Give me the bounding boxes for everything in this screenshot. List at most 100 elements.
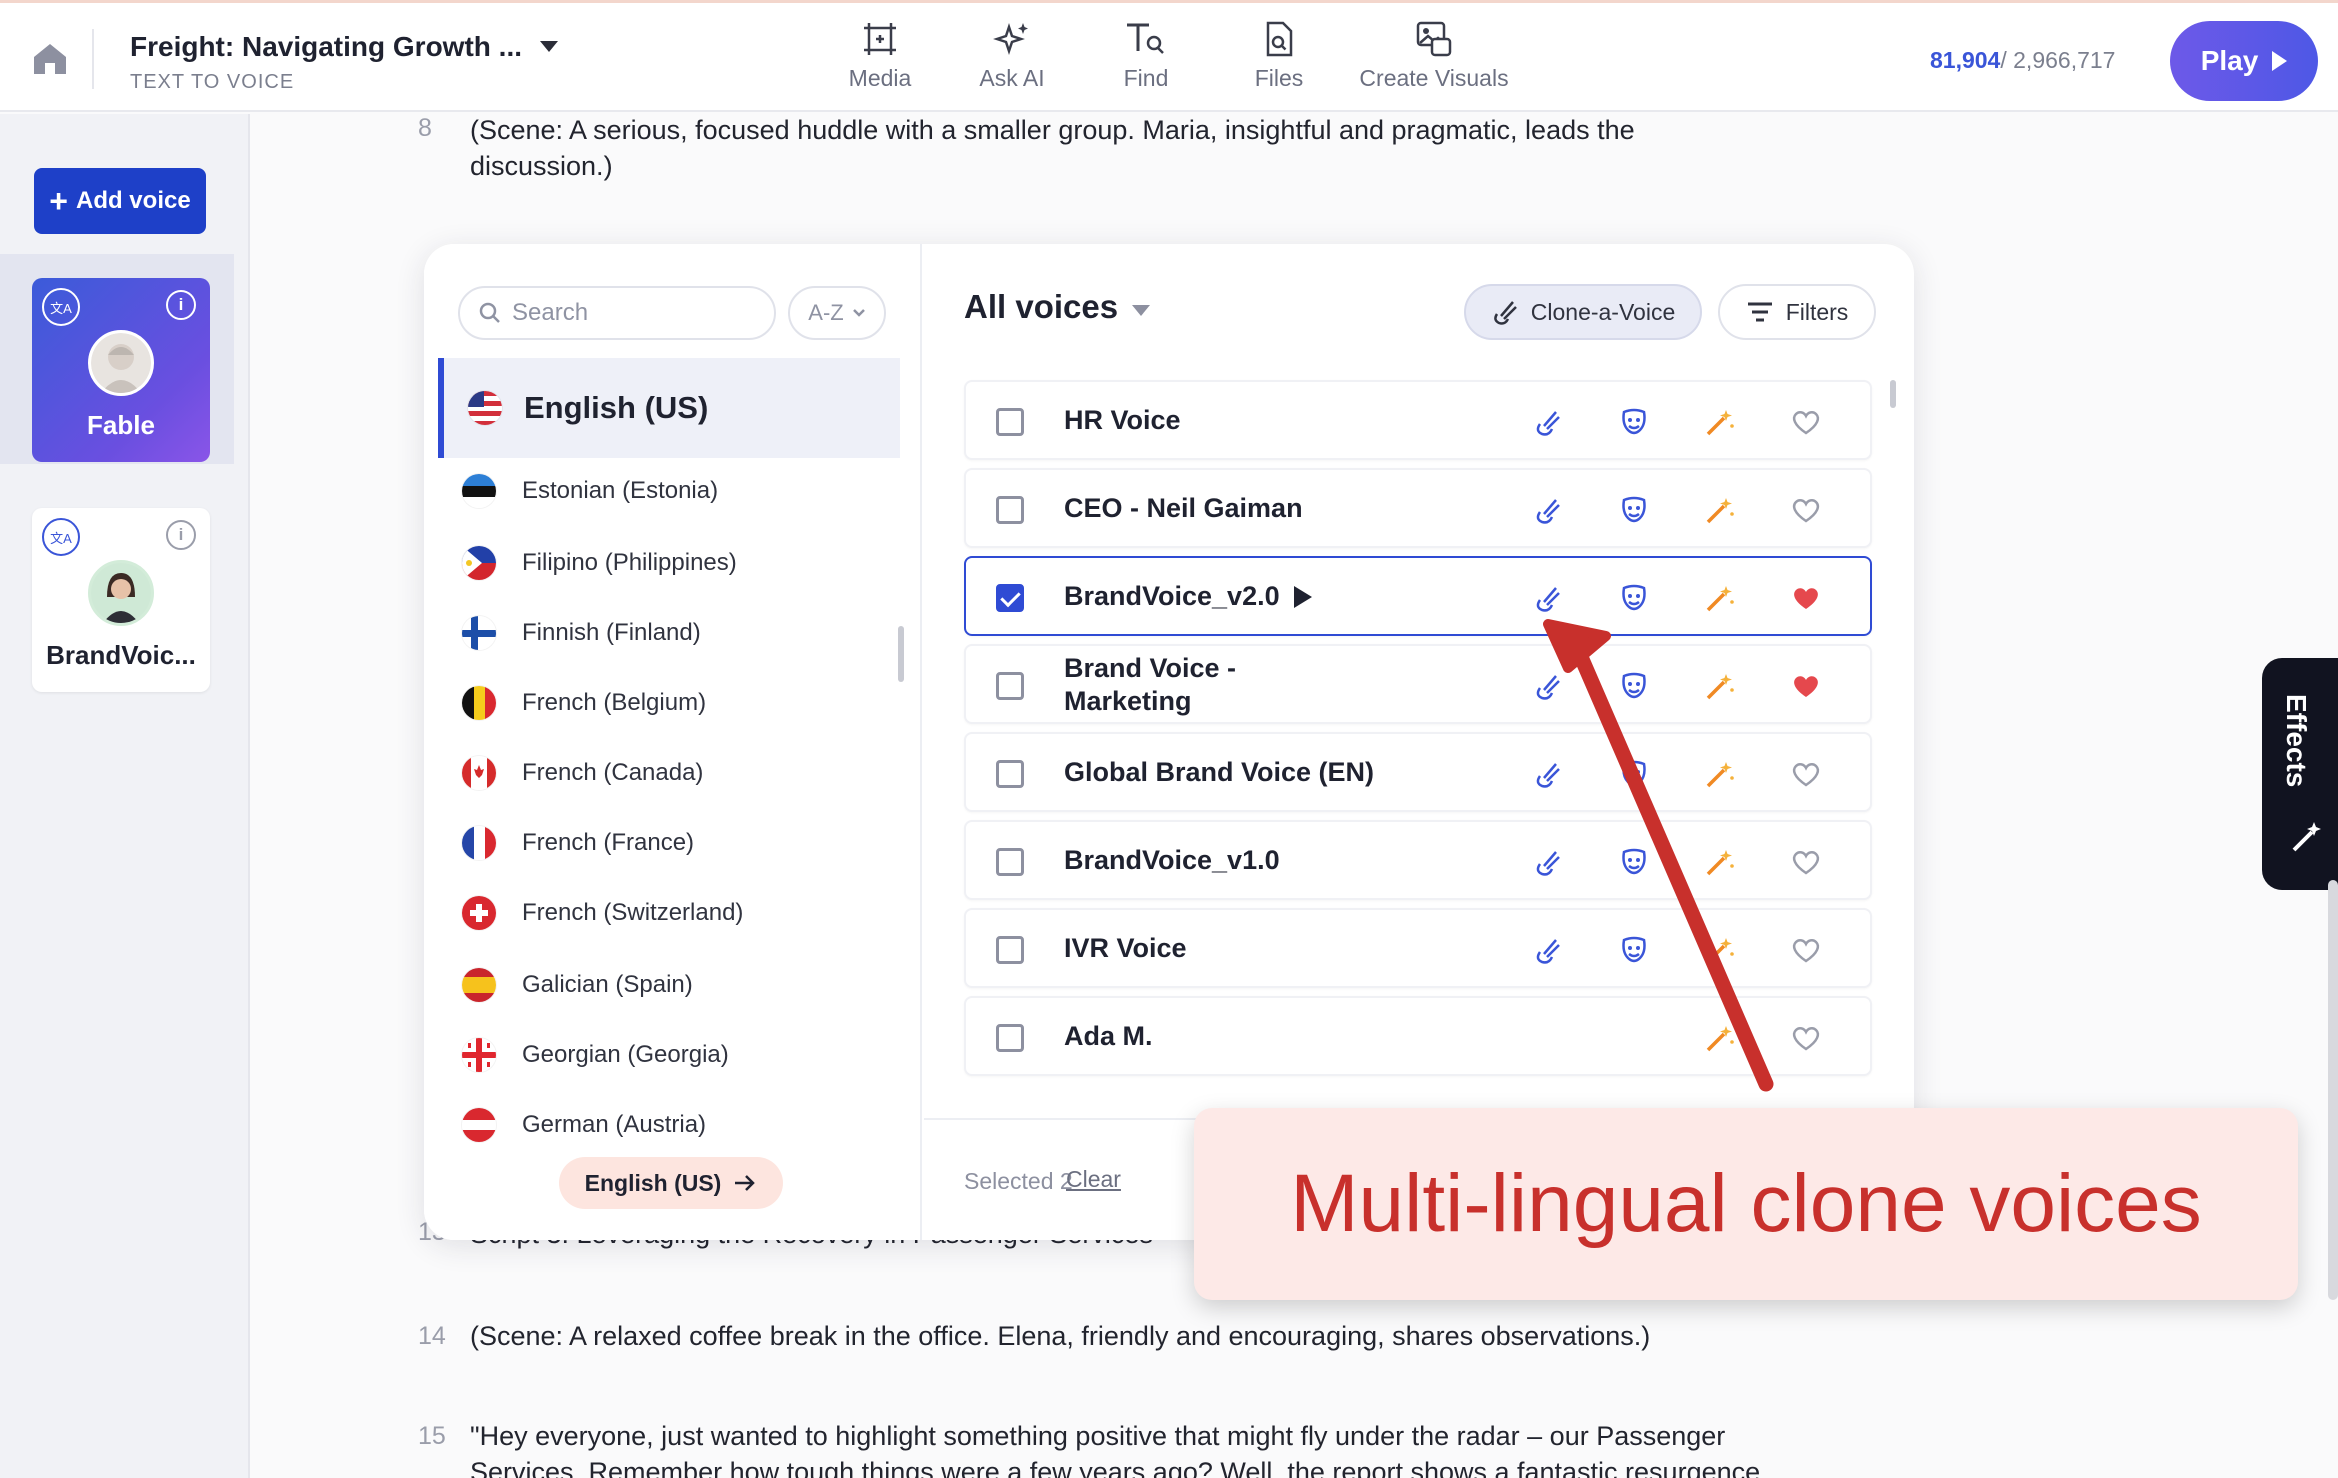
info-icon[interactable]: i bbox=[166, 290, 196, 320]
media-button[interactable]: Media bbox=[842, 21, 918, 92]
script-line[interactable]: "Hey everyone, just wanted to highlight … bbox=[470, 1418, 1760, 1478]
voice-name: BrandVoice_v1.0 bbox=[1064, 844, 1280, 877]
selected-count: Selected 2 bbox=[964, 1168, 1073, 1194]
language-item-selected[interactable]: English (US) bbox=[438, 358, 900, 458]
mask-icon[interactable] bbox=[1618, 846, 1650, 878]
language-item[interactable]: Estonian (Estonia) bbox=[462, 474, 718, 508]
mask-icon[interactable] bbox=[1618, 406, 1650, 438]
voice-row[interactable]: CEO - Neil Gaiman bbox=[964, 468, 1872, 548]
all-voices-label: All voices bbox=[964, 288, 1119, 325]
clone-icon[interactable] bbox=[1532, 494, 1564, 526]
voice-row[interactable]: HR Voice bbox=[964, 380, 1872, 460]
voice-checkbox[interactable] bbox=[996, 672, 1024, 700]
translate-icon: 文A bbox=[42, 288, 80, 326]
language-item[interactable]: French (Switzerland) bbox=[462, 896, 743, 930]
language-chip[interactable]: English (US) bbox=[559, 1157, 783, 1209]
effects-label: Effects bbox=[2281, 694, 2312, 788]
magic-wand-icon[interactable] bbox=[1704, 670, 1736, 702]
language-scrollbar[interactable] bbox=[898, 626, 904, 682]
voice-row[interactable]: BrandVoice_v2.0 bbox=[964, 556, 1872, 636]
mask-icon[interactable] bbox=[1618, 494, 1650, 526]
clone-icon[interactable] bbox=[1532, 934, 1564, 966]
language-label: English (US) bbox=[524, 390, 709, 425]
sort-dropdown[interactable]: A-Z bbox=[788, 286, 886, 340]
chevron-down-icon bbox=[1132, 304, 1151, 316]
favorite-heart-icon[interactable] bbox=[1790, 846, 1822, 878]
magic-wand-icon[interactable] bbox=[1704, 758, 1736, 790]
page-scrollbar[interactable] bbox=[2328, 880, 2338, 1300]
find-button[interactable]: Find bbox=[1118, 21, 1174, 92]
voice-checkbox[interactable] bbox=[996, 936, 1024, 964]
voice-checkbox[interactable] bbox=[996, 584, 1024, 612]
create-visuals-button[interactable]: Create Visuals bbox=[1354, 21, 1514, 92]
language-item[interactable]: German (Austria) bbox=[462, 1108, 706, 1142]
play-button[interactable]: Play bbox=[2170, 21, 2318, 101]
voice-name: Brand Voice - Marketing bbox=[1064, 652, 1236, 718]
voice-checkbox[interactable] bbox=[996, 1024, 1024, 1052]
clone-icon[interactable] bbox=[1532, 406, 1564, 438]
ask-ai-button[interactable]: Ask AI bbox=[975, 21, 1049, 92]
voice-row[interactable]: BrandVoice_v1.0 bbox=[964, 820, 1872, 900]
visuals-icon bbox=[1416, 21, 1452, 57]
filters-button[interactable]: Filters bbox=[1718, 284, 1876, 340]
favorite-heart-icon[interactable] bbox=[1790, 406, 1822, 438]
home-icon[interactable] bbox=[30, 41, 70, 77]
favorite-heart-icon[interactable] bbox=[1790, 934, 1822, 966]
character-counter: 81,904/ 2,966,717 bbox=[1930, 47, 2115, 74]
language-item[interactable]: Filipino (Philippines) bbox=[462, 546, 737, 580]
magic-wand-icon[interactable] bbox=[1704, 406, 1736, 438]
clone-icon bbox=[1493, 301, 1517, 325]
language-item[interactable]: French (France) bbox=[462, 826, 694, 860]
add-voice-button[interactable]: + Add voice bbox=[34, 168, 206, 234]
clone-icon[interactable] bbox=[1532, 670, 1564, 702]
voice-checkbox[interactable] bbox=[996, 760, 1024, 788]
magic-wand-icon[interactable] bbox=[1704, 582, 1736, 614]
clear-button[interactable]: Clear bbox=[1066, 1166, 1121, 1193]
clone-icon[interactable] bbox=[1532, 758, 1564, 790]
effects-tab[interactable]: Effects bbox=[2262, 658, 2338, 890]
favorite-heart-icon[interactable] bbox=[1790, 1022, 1822, 1054]
magic-wand-icon[interactable] bbox=[1704, 846, 1736, 878]
language-item[interactable]: French (Canada) bbox=[462, 756, 703, 790]
search-input[interactable]: Search bbox=[458, 286, 776, 340]
clone-icon[interactable] bbox=[1532, 582, 1564, 614]
voice-checkbox[interactable] bbox=[996, 496, 1024, 524]
language-item[interactable]: Finnish (Finland) bbox=[462, 616, 701, 650]
voice-card-fable[interactable]: 文A i Fable bbox=[32, 278, 210, 462]
voice-row[interactable]: Ada M. bbox=[964, 996, 1872, 1076]
voice-row[interactable]: IVR Voice bbox=[964, 908, 1872, 988]
voice-checkbox[interactable] bbox=[996, 408, 1024, 436]
script-line-text: (Scene: A serious, focused huddle with a… bbox=[470, 115, 1635, 145]
favorite-heart-icon[interactable] bbox=[1790, 582, 1822, 614]
translate-icon: 文A bbox=[42, 518, 80, 556]
info-icon[interactable]: i bbox=[166, 520, 196, 550]
mask-icon[interactable] bbox=[1618, 670, 1650, 702]
mask-icon[interactable] bbox=[1618, 934, 1650, 966]
language-item[interactable]: Georgian (Georgia) bbox=[462, 1038, 729, 1072]
magic-wand-icon[interactable] bbox=[1704, 494, 1736, 526]
voice-row[interactable]: Global Brand Voice (EN) bbox=[964, 732, 1872, 812]
favorite-heart-icon[interactable] bbox=[1790, 670, 1822, 702]
clone-a-voice-button[interactable]: Clone-a-Voice bbox=[1464, 284, 1702, 340]
document-title[interactable]: Freight: Navigating Growth ... bbox=[130, 31, 522, 63]
script-line[interactable]: (Scene: A relaxed coffee break in the of… bbox=[470, 1318, 1650, 1354]
all-voices-dropdown[interactable]: All voices bbox=[964, 288, 1151, 326]
magic-wand-icon[interactable] bbox=[1704, 1022, 1736, 1054]
favorite-heart-icon[interactable] bbox=[1790, 758, 1822, 790]
voice-row[interactable]: Brand Voice - Marketing bbox=[964, 644, 1872, 724]
clone-icon[interactable] bbox=[1532, 846, 1564, 878]
mask-icon[interactable] bbox=[1618, 758, 1650, 790]
script-line[interactable]: (Scene: A serious, focused huddle with a… bbox=[470, 112, 1635, 184]
magic-wand-icon[interactable] bbox=[1704, 934, 1736, 966]
language-item[interactable]: French (Belgium) bbox=[462, 686, 706, 720]
files-button[interactable]: Files bbox=[1250, 21, 1308, 92]
voice-checkbox[interactable] bbox=[996, 848, 1024, 876]
favorite-heart-icon[interactable] bbox=[1790, 494, 1822, 526]
preview-play-icon[interactable] bbox=[1293, 586, 1312, 608]
language-item[interactable]: Galician (Spain) bbox=[462, 968, 693, 1002]
title-dropdown-icon[interactable] bbox=[540, 41, 558, 52]
voice-card-brandvoice[interactable]: 文A i BrandVoic... bbox=[32, 508, 210, 692]
voices-scrollbar[interactable] bbox=[1890, 380, 1896, 408]
mask-icon[interactable] bbox=[1618, 582, 1650, 614]
document-title-block[interactable]: Freight: Navigating Growth ... TEXT TO V… bbox=[130, 31, 522, 94]
